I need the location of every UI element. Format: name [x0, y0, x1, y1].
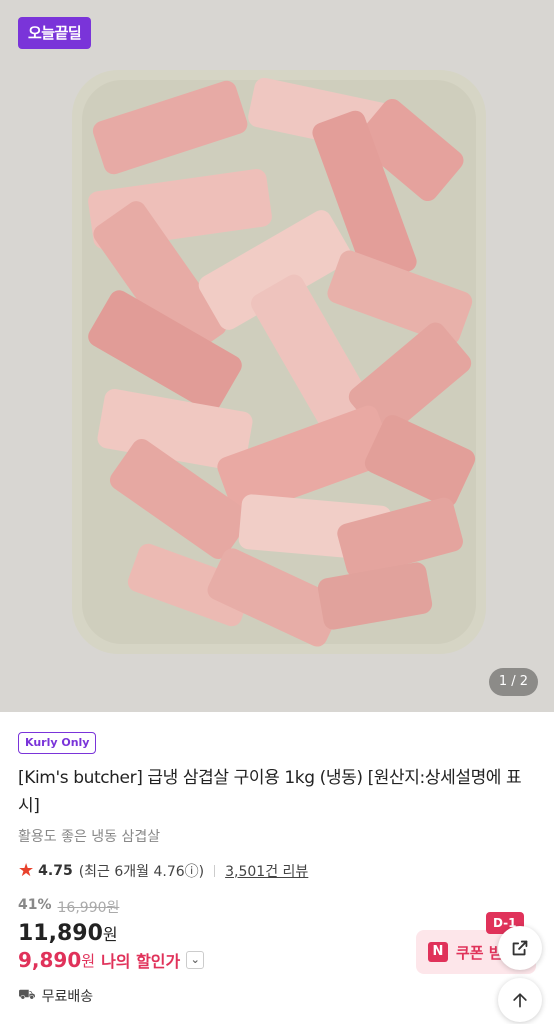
scroll-top-button[interactable] [498, 978, 542, 1022]
coupon-label: 쿠폰 받 [456, 943, 503, 962]
reviews-link[interactable]: 3,501건 리뷰 [225, 861, 308, 881]
coupon-n-icon: N [428, 942, 448, 962]
product-image [0, 0, 554, 712]
share-icon [512, 940, 528, 956]
price-meta: 41% 16,990원 [18, 897, 536, 917]
shipping-label: 무료배송 [41, 989, 94, 1005]
image-counter: 1 / 2 [488, 668, 538, 696]
product-subtitle: 활용도 좋은 냉동 삼겹살 [18, 829, 161, 845]
truck-icon: ⛟ [18, 987, 36, 1003]
my-price-label: 나의 할인가 [101, 952, 181, 971]
share-button[interactable] [498, 926, 542, 970]
divider [214, 864, 216, 877]
my-price-value: 9,890 [18, 948, 82, 972]
rating-row: ★ 4.75 (최근 6개월 4.76ⓘ) 3,501건 리뷰 [18, 860, 536, 881]
product-title: [Kim's butcher] 급냉 삼겹살 구이용 1kg (냉동) [원산지… [18, 768, 522, 816]
product-image-carousel[interactable]: 오늘끝딜 1 / 2 [0, 0, 554, 712]
sale-price-value: 11,890 [18, 921, 103, 946]
chevron-down-icon[interactable]: ⌄ [186, 951, 205, 969]
discount-percent: 41% [18, 897, 52, 913]
today-deal-badge: 오늘끝딜 [18, 17, 92, 49]
arrow-up-icon [513, 993, 527, 1008]
original-price: 16,990원 [57, 900, 120, 916]
recent-rating[interactable]: (최근 6개월 4.76ⓘ) [79, 861, 204, 881]
my-price-unit: 원 [81, 951, 96, 970]
sale-price-unit: 원 [102, 925, 118, 944]
star-icon: ★ [18, 860, 35, 881]
rating-score: 4.75 [38, 862, 73, 879]
kurly-only-tag: Kurly Only [18, 732, 97, 754]
shipping-info: ⛟ 무료배송 [18, 986, 536, 1006]
